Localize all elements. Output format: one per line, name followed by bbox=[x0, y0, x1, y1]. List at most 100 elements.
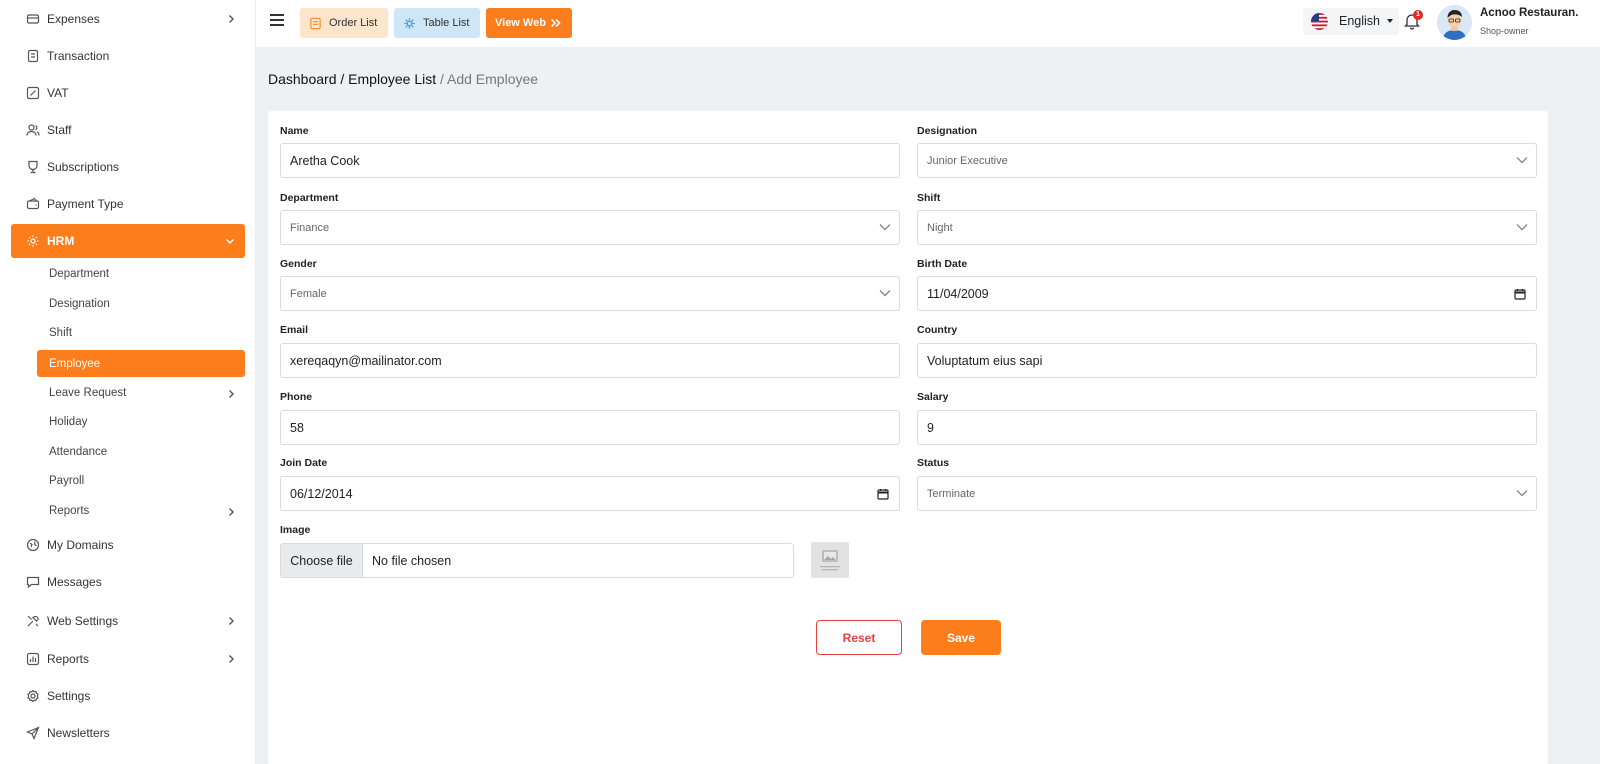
sidebar-item-label: Messages bbox=[47, 575, 102, 589]
calendar-icon[interactable] bbox=[1514, 288, 1526, 300]
name-input[interactable]: Aretha Cook bbox=[280, 143, 900, 178]
shift-label: Shift bbox=[917, 192, 941, 204]
join-date-label: Join Date bbox=[280, 457, 328, 469]
join-date-input[interactable]: 06/12/2014 bbox=[280, 476, 900, 511]
sidebar-item-transaction[interactable]: Transaction bbox=[0, 39, 256, 73]
designation-value: Junior Executive bbox=[927, 154, 1008, 167]
sidebar-subitem-reports[interactable]: Reports bbox=[37, 497, 245, 525]
web-settings-icon bbox=[27, 615, 39, 627]
breadcrumb-dashboard[interactable]: Dashboard bbox=[268, 71, 337, 87]
caret-down-icon bbox=[1387, 19, 1393, 23]
sidebar-item-label: VAT bbox=[47, 86, 69, 100]
phone-input[interactable]: 58 bbox=[280, 410, 900, 445]
sidebar: Expenses Transaction VAT Staff Subscript… bbox=[0, 0, 256, 764]
sidebar-subitem-employee[interactable]: Employee bbox=[37, 350, 245, 377]
save-button[interactable]: Save bbox=[921, 620, 1001, 655]
order-list-button[interactable]: Order List bbox=[300, 8, 388, 38]
sidebar-subitem-designation[interactable]: Designation bbox=[37, 290, 245, 318]
domains-icon bbox=[26, 538, 40, 552]
gender-value: Female bbox=[290, 287, 327, 300]
sidebar-item-subscriptions[interactable]: Subscriptions bbox=[0, 150, 256, 184]
sidebar-item-label: Payment Type bbox=[47, 197, 124, 211]
breadcrumb-employee-list[interactable]: Employee List bbox=[348, 71, 436, 87]
sidebar-item-expenses[interactable]: Expenses bbox=[0, 2, 256, 36]
user-avatar-icon bbox=[1437, 5, 1472, 40]
image-file-input[interactable]: Choose file No file chosen bbox=[280, 543, 794, 578]
sidebar-item-label: My Domains bbox=[47, 538, 114, 552]
status-value: Terminate bbox=[927, 487, 976, 500]
chevron-down-icon bbox=[226, 239, 234, 244]
expenses-icon bbox=[26, 14, 40, 24]
sidebar-subitem-label: Payroll bbox=[49, 475, 85, 487]
order-list-label: Order List bbox=[329, 17, 378, 29]
sidebar-subitem-label: Shift bbox=[49, 327, 73, 339]
chevron-down-icon bbox=[879, 290, 891, 297]
chevron-right-icon bbox=[229, 655, 234, 663]
status-select[interactable]: Terminate bbox=[917, 476, 1537, 511]
email-input[interactable]: xereqaqyn@mailinator.com bbox=[280, 343, 900, 378]
sidebar-item-settings[interactable]: Settings bbox=[0, 679, 256, 713]
us-flag-icon bbox=[1311, 13, 1328, 30]
no-image-icon bbox=[820, 550, 840, 571]
shift-select[interactable]: Night bbox=[917, 210, 1537, 245]
sidebar-subitem-leave-request[interactable]: Leave Request bbox=[37, 379, 245, 407]
sidebar-subitem-label: Attendance bbox=[49, 446, 108, 458]
sidebar-subitem-label: Holiday bbox=[49, 416, 88, 428]
sidebar-item-newsletters[interactable]: Newsletters bbox=[0, 716, 256, 750]
messages-icon bbox=[26, 576, 40, 589]
reports-icon bbox=[26, 652, 40, 666]
gender-label: Gender bbox=[280, 258, 317, 270]
sidebar-subitem-shift[interactable]: Shift bbox=[37, 319, 245, 347]
language-selector[interactable]: English bbox=[1303, 8, 1399, 35]
view-web-button[interactable]: View Web bbox=[486, 8, 572, 38]
phone-label: Phone bbox=[280, 391, 313, 403]
status-label: Status bbox=[917, 457, 950, 469]
chevron-right-icon bbox=[229, 390, 234, 399]
avatar[interactable] bbox=[1437, 5, 1472, 40]
sidebar-item-hrm[interactable]: HRM bbox=[11, 224, 245, 258]
sidebar-item-label: Subscriptions bbox=[47, 160, 120, 174]
sidebar-subitem-label: Employee bbox=[49, 357, 101, 370]
gender-select[interactable]: Female bbox=[280, 276, 900, 311]
breadcrumb: Dashboard / Employee List / Add Employee bbox=[268, 71, 538, 87]
chevron-right-icon bbox=[229, 15, 234, 23]
department-select[interactable]: Finance bbox=[280, 210, 900, 245]
sidebar-item-staff[interactable]: Staff bbox=[0, 113, 256, 147]
sidebar-subitem-department[interactable]: Department bbox=[37, 260, 245, 288]
name-label: Name bbox=[280, 125, 309, 137]
designation-select[interactable]: Junior Executive bbox=[917, 143, 1537, 178]
table-list-button[interactable]: Table List bbox=[394, 8, 480, 38]
calendar-icon[interactable] bbox=[877, 488, 889, 500]
sidebar-item-reports[interactable]: Reports bbox=[0, 642, 256, 676]
sidebar-subitem-label: Leave Request bbox=[49, 387, 127, 399]
birth-date-input[interactable]: 11/04/2009 bbox=[917, 276, 1537, 311]
phone-value: 58 bbox=[290, 420, 304, 435]
notification-button[interactable]: 1 bbox=[1403, 10, 1423, 30]
reset-button[interactable]: Reset bbox=[816, 620, 902, 655]
sidebar-item-label: Web Settings bbox=[47, 614, 119, 628]
country-input[interactable]: Voluptatum eius sapi bbox=[917, 343, 1537, 378]
sidebar-item-label: Newsletters bbox=[47, 726, 110, 740]
salary-input[interactable]: 9 bbox=[917, 410, 1537, 445]
breadcrumb-separator: / bbox=[336, 71, 349, 87]
chevron-right-icon bbox=[229, 508, 234, 517]
image-preview-placeholder bbox=[811, 542, 849, 578]
sidebar-item-payment-type[interactable]: Payment Type bbox=[0, 187, 256, 221]
sidebar-item-messages[interactable]: Messages bbox=[0, 565, 256, 599]
birth-date-label: Birth Date bbox=[917, 258, 968, 270]
order-list-icon bbox=[310, 17, 321, 29]
email-label: Email bbox=[280, 324, 309, 336]
sidebar-item-web-settings[interactable]: Web Settings bbox=[0, 604, 256, 638]
sidebar-subitem-payroll[interactable]: Payroll bbox=[37, 467, 245, 495]
menu-toggle-icon[interactable] bbox=[270, 14, 284, 26]
transaction-icon bbox=[27, 49, 39, 63]
sidebar-item-my-domains[interactable]: My Domains bbox=[0, 528, 256, 562]
topbar: Order List Table List View Web English 1 bbox=[256, 0, 1600, 47]
sidebar-subitem-attendance[interactable]: Attendance bbox=[37, 438, 245, 466]
payment-type-icon bbox=[26, 197, 40, 210]
table-list-icon bbox=[404, 17, 415, 29]
salary-label: Salary bbox=[917, 391, 949, 403]
sidebar-subitem-holiday[interactable]: Holiday bbox=[37, 408, 245, 436]
choose-file-button[interactable]: Choose file bbox=[281, 544, 363, 577]
sidebar-item-vat[interactable]: VAT bbox=[0, 76, 256, 110]
